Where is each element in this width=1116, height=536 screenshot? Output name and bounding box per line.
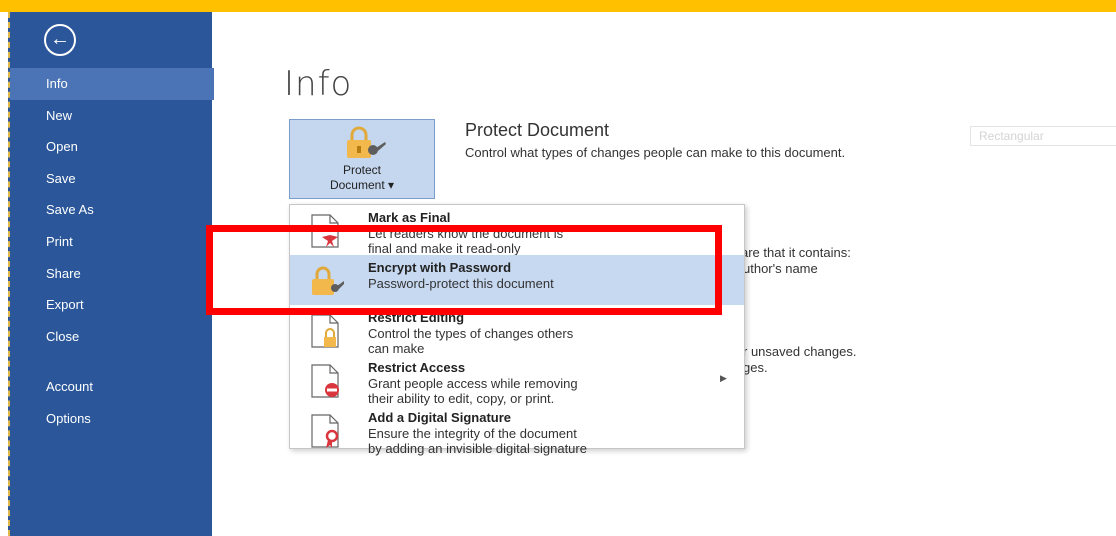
faded-shape-box: Rectangular (970, 126, 1116, 146)
restrict-editing-icon (311, 314, 339, 348)
menu-item-restrict-editing[interactable]: Restrict Editing Control the types of ch… (290, 305, 744, 356)
description-line-1: Control the types of changes others (368, 326, 574, 341)
backstage-view: ← Info New Open Save Save As Print Share… (0, 12, 1116, 536)
description-line-2: can make (368, 341, 425, 356)
protect-label-line2: Document ▾ (329, 178, 395, 192)
menu-item-description: Grant people access while removing their… (368, 376, 578, 406)
menu-item-title: Add a Digital Signature (368, 410, 512, 425)
nav-item-options[interactable]: Options (10, 403, 214, 435)
nav-item-new[interactable]: New (10, 100, 214, 132)
submenu-arrow-icon: ▶ (720, 373, 727, 383)
menu-item-title: Encrypt with Password (368, 260, 512, 275)
restrict-access-icon (311, 364, 339, 398)
protect-section-description: Control what types of changes people can… (465, 145, 846, 160)
menu-item-title: Restrict Access (368, 360, 466, 375)
nav-item-save-as[interactable]: Save As (10, 194, 214, 226)
nav-item-open[interactable]: Open (10, 131, 214, 163)
menu-item-restrict-access[interactable]: Restrict Access Grant people access whil… (290, 355, 744, 406)
lock-key-icon (312, 266, 344, 295)
description-line-2: by adding an invisible digital signature (368, 441, 587, 456)
menu-item-title: Restrict Editing (368, 310, 465, 325)
menu-item-add-digital-signature[interactable]: Add a Digital Signature Ensure the integ… (290, 405, 744, 456)
backstage-sidebar: ← Info New Open Save Save As Print Share… (8, 12, 214, 536)
nav-item-info[interactable]: Info (10, 68, 214, 100)
description-line-2: their ability to edit, copy, or print. (368, 391, 555, 406)
protect-document-button[interactable]: Protect Document ▾ (289, 119, 435, 199)
description-line-1: Let readers know the document is (368, 226, 564, 241)
nav-item-print[interactable]: Print (10, 226, 214, 258)
description-line-2: final and make it read-only (368, 241, 521, 256)
menu-item-encrypt-with-password[interactable]: Encrypt with Password Password-protect t… (290, 255, 744, 305)
nav-item-save[interactable]: Save (10, 163, 214, 195)
inspect-text-2: uthor's name (743, 261, 818, 276)
nav-list: Info New Open Save Save As Print Share E… (10, 68, 214, 435)
versions-text-1: r unsaved changes. (743, 344, 857, 359)
document-final-icon (311, 214, 339, 248)
menu-item-mark-as-final[interactable]: Mark as Final Let readers know the docum… (290, 205, 744, 256)
nav-item-share[interactable]: Share (10, 258, 214, 290)
menu-item-description: Control the types of changes others can … (368, 326, 573, 356)
menu-item-description: Ensure the integrity of the document by … (368, 426, 587, 456)
description-line-1: Ensure the integrity of the document (368, 426, 577, 441)
versions-text-2: ges. (743, 360, 768, 375)
lock-key-icon (347, 126, 386, 158)
nav-item-close[interactable]: Close (10, 321, 214, 353)
protect-label-line1: Protect (342, 163, 381, 177)
menu-item-description: Let readers know the document is final a… (368, 226, 563, 256)
protect-document-menu: Mark as Final Let readers know the docum… (289, 204, 745, 456)
page-title: Info (284, 64, 353, 104)
digital-signature-icon (311, 414, 339, 448)
inspect-text-1: are that it contains: (741, 245, 851, 260)
nav-item-account[interactable]: Account (10, 371, 214, 403)
description-line-1: Password-protect this document (368, 276, 554, 291)
protect-document-label: Protect Document ▾ (290, 163, 434, 193)
protect-section-title: Protect Document (465, 120, 610, 140)
menu-item-description: Password-protect this document (368, 276, 554, 291)
back-arrow-icon[interactable]: ← (44, 24, 76, 56)
nav-item-export[interactable]: Export (10, 289, 214, 321)
menu-item-title: Mark as Final (368, 210, 451, 225)
description-line-1: Grant people access while removing (368, 376, 578, 391)
